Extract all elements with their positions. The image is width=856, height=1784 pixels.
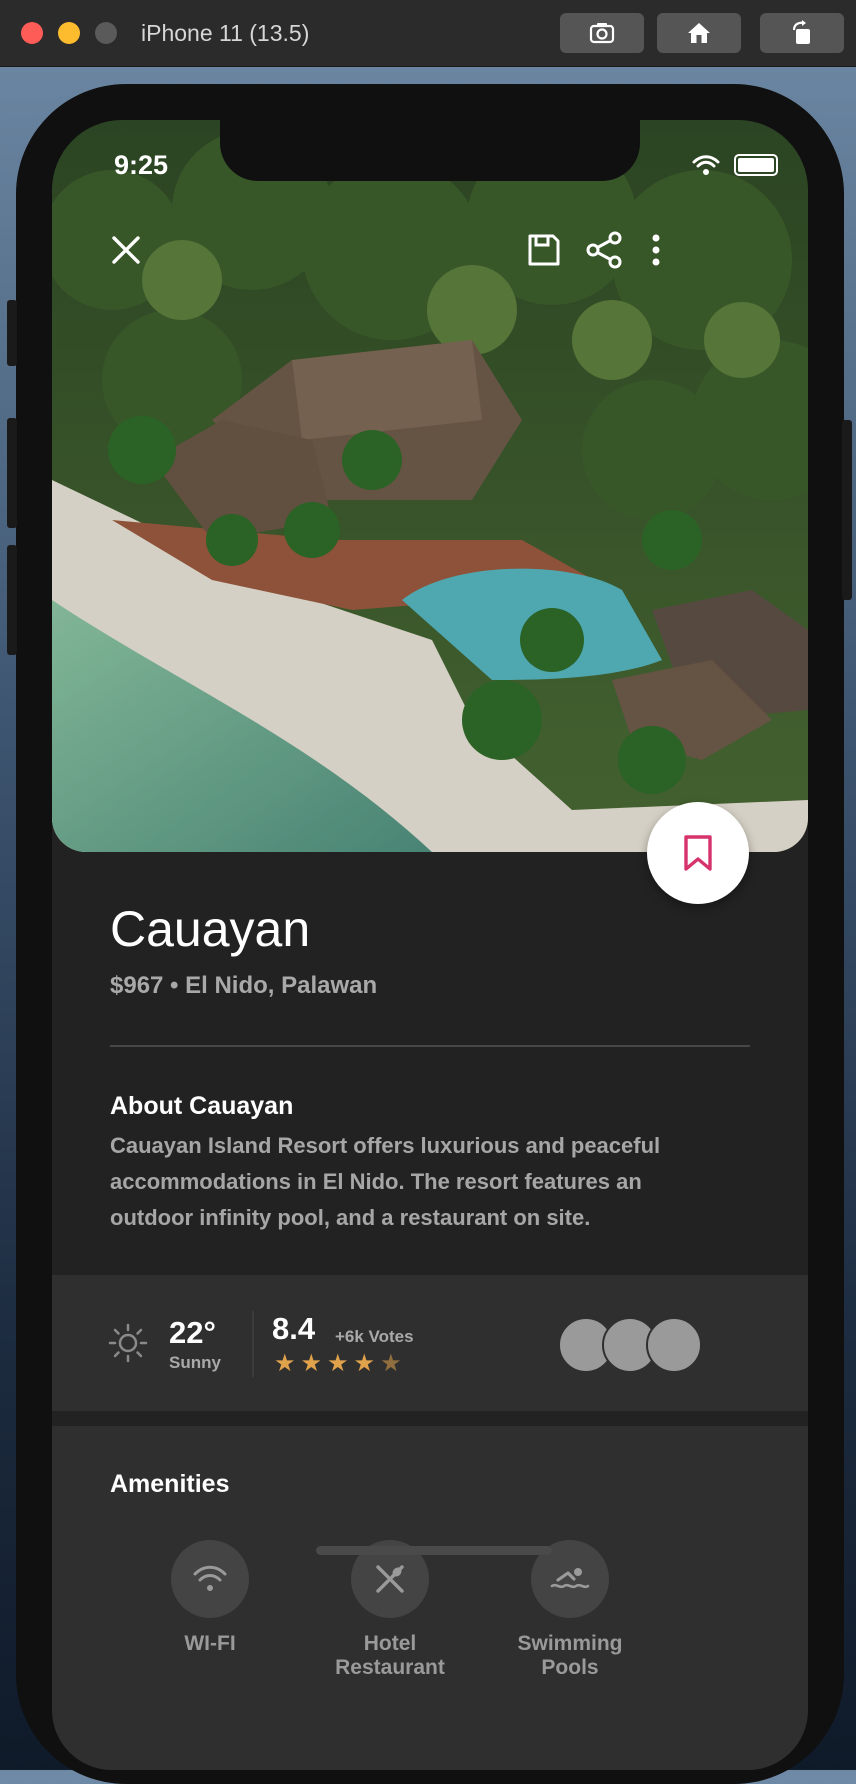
star-icon: ★	[327, 1350, 349, 1377]
star-icon: ★	[300, 1350, 323, 1377]
amenity-restaurant[interactable]: Hotel Restaurant	[320, 1540, 460, 1680]
resort-photo	[52, 120, 808, 852]
stats-bar: 22° Sunny 8.4 +6k Votes ★ ★ ★ ★ ★	[52, 1275, 808, 1411]
save-icon	[528, 234, 560, 266]
place-title: Cauayan	[110, 901, 311, 957]
hero-image: 9:25	[52, 120, 808, 852]
status-icons	[692, 154, 778, 176]
weather-label: Sunny	[169, 1353, 221, 1372]
home-button[interactable]	[657, 13, 741, 53]
close-button[interactable]	[104, 228, 148, 272]
screenshot-icon	[589, 23, 615, 44]
status-time: 9:25	[114, 150, 169, 180]
rotate-icon	[792, 20, 810, 44]
home-icon	[688, 23, 710, 43]
share-icon	[586, 231, 622, 269]
more-button[interactable]	[634, 228, 678, 272]
amenity-label: WI-FI	[184, 1632, 236, 1655]
amenity-label: Hotel Restaurant	[335, 1632, 445, 1679]
minimize-window-button[interactable]	[58, 22, 80, 44]
sun-icon	[108, 1323, 148, 1363]
avatar	[646, 1317, 702, 1373]
share-button[interactable]	[582, 228, 626, 272]
amenity-pool[interactable]: Swimming Pools	[500, 1540, 640, 1680]
amenity-icon-circle	[171, 1540, 249, 1618]
restaurant-icon	[376, 1565, 404, 1593]
bookmark-icon	[684, 835, 712, 871]
zoom-window-button[interactable]	[95, 22, 117, 44]
more-icon	[652, 234, 660, 266]
close-window-button[interactable]	[21, 22, 43, 44]
notch	[220, 120, 640, 181]
swimming-icon	[550, 1568, 590, 1589]
about-heading: About Cauayan	[110, 1092, 294, 1120]
simulator-titlebar: iPhone 11 (13.5)	[0, 0, 856, 67]
volume-up-button	[7, 418, 17, 528]
place-subtitle: $967 • El Nido, Palawan	[110, 972, 378, 999]
rating-score: 8.4	[272, 1311, 316, 1346]
star-icon: ★	[274, 1350, 296, 1377]
save-button[interactable]	[522, 228, 566, 272]
star-icon: ★	[353, 1350, 376, 1377]
star-half-icon: ★	[380, 1350, 402, 1377]
home-indicator[interactable]	[316, 1546, 552, 1555]
wifi-icon	[692, 155, 720, 175]
star-rating: ★ ★ ★ ★ ★	[274, 1349, 402, 1378]
votes-count: +6k Votes	[335, 1327, 414, 1346]
wifi-icon	[193, 1565, 227, 1591]
screenshot-button[interactable]	[560, 13, 644, 53]
rotate-button[interactable]	[760, 13, 844, 53]
power-button	[842, 420, 852, 600]
phone-screen: 9:25 Cauayan $967 • El Nido, Palawan Abo…	[52, 120, 808, 1770]
amenities-heading: Amenities	[110, 1470, 230, 1498]
amenity-wifi[interactable]: WI-FI	[140, 1540, 280, 1656]
bookmark-button[interactable]	[647, 802, 749, 904]
stats-divider	[252, 1311, 254, 1377]
amenities-section: Amenities WI-FI Hotel Restaurant Swimmin…	[52, 1426, 808, 1770]
amenity-label: Swimming Pools	[517, 1632, 623, 1679]
simulator-title: iPhone 11 (13.5)	[141, 20, 310, 46]
divider	[110, 1045, 750, 1047]
volume-down-button	[7, 545, 17, 655]
avatar-group[interactable]	[558, 1317, 708, 1373]
close-icon	[112, 236, 140, 264]
about-text: Cauayan Island Resort offers luxurious a…	[110, 1133, 661, 1230]
mute-switch	[7, 300, 17, 366]
temperature: 22°	[169, 1315, 216, 1350]
battery-icon	[734, 154, 778, 176]
